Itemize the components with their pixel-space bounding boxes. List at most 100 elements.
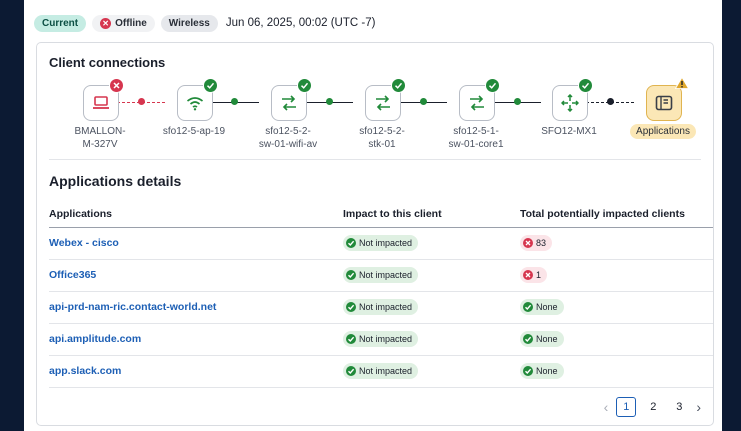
connector-dot (231, 98, 238, 105)
error-badge-icon (109, 78, 124, 93)
node-switch-wifi-av[interactable] (271, 78, 312, 121)
offline-error-icon: ✕ (100, 17, 112, 29)
app-link[interactable]: api.amplitude.com (49, 333, 141, 345)
laptop-icon (93, 96, 109, 109)
node-label-line: Applications (636, 126, 690, 137)
timestamp: Jun 06, 2025, 00:02 (UTC -7) (225, 17, 376, 29)
node-label-line: SFO12-MX1 (541, 126, 597, 137)
impact-text: Not impacted (359, 270, 413, 280)
ok-badge-icon (391, 78, 406, 93)
warning-badge-icon (675, 77, 689, 89)
connections-panel: Client connections BMALLON- M-327V sfo12… (36, 42, 714, 426)
applications-table: Applications Impact to this client Total… (49, 201, 713, 388)
node-applications[interactable] (646, 77, 689, 121)
error-icon (523, 270, 533, 280)
page-button-3[interactable]: 3 (670, 398, 688, 416)
check-icon (346, 302, 356, 312)
impact-tag: Not impacted (343, 267, 419, 283)
applications-details-title: Applications details (49, 173, 182, 189)
total-impacted-tag: 1 (520, 267, 548, 283)
node-access-point[interactable] (177, 78, 218, 121)
wireless-badge: Wireless (160, 14, 218, 32)
app-link[interactable]: Office365 (49, 269, 96, 281)
router-icon (561, 94, 579, 112)
node-client[interactable] (83, 78, 124, 121)
node-label-line: sfo12-5-2- (359, 126, 405, 137)
column-header-total-impacted: Total potentially impacted clients (520, 208, 685, 220)
node-label-switch-stk: sfo12-5-2- stk-01 (342, 125, 422, 151)
column-header-impact: Impact to this client (343, 208, 442, 220)
switch-icon (376, 95, 390, 111)
ok-badge-icon (485, 78, 500, 93)
table-row: Office365 Not impacted 1 (49, 260, 713, 292)
current-pill[interactable]: Current (34, 14, 87, 32)
connector-dot (607, 98, 614, 105)
total-impacted-value: None (536, 366, 558, 376)
impact-tag: Not impacted (343, 363, 419, 379)
connector-dot (326, 98, 333, 105)
node-switch-stk[interactable] (365, 78, 406, 121)
connection-path: BMALLON- M-327V sfo12-5-ap-19 sfo12-5-2-… (37, 75, 713, 185)
error-icon (523, 238, 533, 248)
node-label-switch-core: sfo12-5-1- sw-01-core1 (436, 125, 516, 151)
app-link[interactable]: api-prd-nam-ric.contact-world.net (49, 301, 216, 313)
ok-badge-icon (297, 78, 312, 93)
status-bar: Current ✕ Offline Wireless Jun 06, 2025,… (34, 14, 375, 32)
current-label: Current (42, 17, 79, 29)
total-impacted-tag: None (520, 363, 564, 379)
impact-tag: Not impacted (343, 331, 419, 347)
table-header: Applications Impact to this client Total… (49, 201, 713, 228)
node-label-line: sw-01-wifi-av (258, 139, 318, 150)
app-link[interactable]: app.slack.com (49, 365, 121, 377)
ok-badge-icon (578, 78, 593, 93)
offline-status-badge: ✕ Offline (92, 14, 155, 32)
node-switch-core[interactable] (459, 78, 500, 121)
chevron-right-icon[interactable]: › (696, 399, 701, 415)
page-button-2[interactable]: 2 (644, 398, 662, 416)
node-label-line: sw-01-core1 (448, 139, 504, 150)
check-icon (346, 238, 356, 248)
chevron-left-icon[interactable]: ‹ (604, 399, 609, 415)
connector-dot (420, 98, 427, 105)
offline-label: Offline (115, 17, 147, 29)
switch-icon (470, 95, 484, 111)
table-row: api-prd-nam-ric.contact-world.net Not im… (49, 292, 713, 324)
page-button-1[interactable]: 1 (616, 397, 637, 417)
table-row: app.slack.com Not impacted None (49, 356, 713, 388)
node-label-line: stk-01 (368, 139, 396, 150)
check-icon (523, 366, 533, 376)
check-icon (523, 334, 533, 344)
column-header-applications: Applications (49, 208, 113, 220)
impact-text: Not impacted (359, 302, 413, 312)
node-router-mx[interactable] (552, 78, 593, 121)
pagination: ‹ 1 2 3 › (604, 397, 701, 417)
node-label-line: sfo12-5-ap-19 (162, 126, 226, 137)
section-divider (49, 159, 701, 160)
node-label-line: BMALLON- (74, 126, 126, 137)
total-impacted-value: None (536, 334, 558, 344)
total-impacted-value: 83 (536, 238, 547, 248)
total-impacted-value: 1 (536, 270, 542, 280)
total-impacted-tag: None (520, 331, 564, 347)
node-label-access-point: sfo12-5-ap-19 (154, 125, 234, 138)
node-label-applications: Applications (630, 124, 696, 139)
table-row: Webex - cisco Not impacted 83 (49, 228, 713, 260)
table-row: api.amplitude.com Not impacted None (49, 324, 713, 356)
wireless-label: Wireless (168, 17, 210, 29)
connector-dot (138, 98, 145, 105)
node-label-switch-wifi-av: sfo12-5-2- sw-01-wifi-av (248, 125, 328, 151)
total-impacted-tag: 83 (520, 235, 553, 251)
client-connections-title: Client connections (49, 55, 166, 70)
app-link[interactable]: Webex - cisco (49, 237, 119, 249)
app-frame: Current ✕ Offline Wireless Jun 06, 2025,… (24, 0, 722, 431)
impact-text: Not impacted (359, 334, 413, 344)
node-label-line: M-327V (82, 139, 118, 150)
node-label-router-mx: SFO12-MX1 (529, 125, 609, 138)
node-label-client: BMALLON- M-327V (60, 125, 140, 151)
wifi-icon (186, 96, 204, 110)
switch-icon (282, 95, 296, 111)
check-icon (346, 270, 356, 280)
applications-icon (655, 95, 673, 111)
ok-badge-icon (203, 78, 218, 93)
node-label-line: sfo12-5-2- (265, 126, 311, 137)
